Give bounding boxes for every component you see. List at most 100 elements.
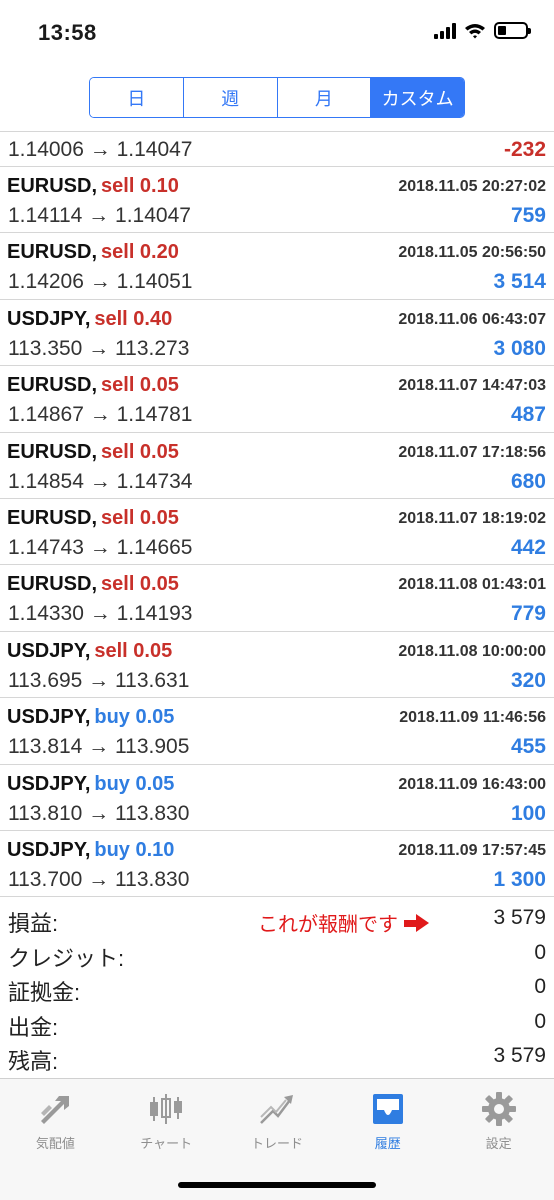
trade-symbol: EURUSD, bbox=[7, 175, 98, 197]
summary-balance-row: 残高: 3 579 bbox=[0, 1040, 554, 1075]
quotes-arrow-icon bbox=[41, 1096, 70, 1124]
status-icons bbox=[434, 22, 531, 39]
tab-quotes[interactable]: 気配値 bbox=[0, 1079, 111, 1200]
home-indicator[interactable] bbox=[178, 1182, 376, 1188]
account-summary: 損益: これが報酬です 3 579 クレジット: 0 証拠金: 0 出金: 0 … bbox=[0, 902, 554, 1075]
wifi-icon bbox=[465, 23, 485, 38]
tab-label: 履歴 bbox=[374, 1136, 401, 1151]
trade-side-volume: sell 0.05 bbox=[101, 573, 179, 596]
summary-withdrawal-row: 出金: 0 bbox=[0, 1006, 554, 1041]
period-segmented-control: 日 週 月 カスタム bbox=[89, 77, 465, 118]
settings-gear-icon bbox=[481, 1092, 516, 1126]
list-item[interactable]: EURUSD, sell 0.05 2018.11.07 14:47:03 1.1… bbox=[0, 366, 554, 433]
handwritten-annotation: これが報酬です bbox=[258, 908, 430, 937]
trade-symbol: EURUSD, bbox=[7, 440, 98, 463]
trade-symbol: USDJPY, bbox=[7, 838, 91, 861]
arrow-right-icon bbox=[404, 913, 430, 932]
trade-profit: -232 bbox=[503, 138, 546, 161]
list-item[interactable]: 1.14006 → 1.14047 -232 bbox=[0, 132, 554, 167]
trade-time: 2018.11.05 20:27:02 bbox=[398, 178, 546, 195]
trade-time: 2018.11.05 20:56:50 bbox=[398, 244, 546, 262]
profit-label: 損益: bbox=[8, 911, 59, 936]
trade-prices: 1.14006 → 1.14047 bbox=[8, 138, 193, 161]
trade-symbol: USDJPY, bbox=[7, 772, 91, 795]
list-item[interactable]: USDJPY, buy 0.05 2018.11.09 16:43:00 113.… bbox=[0, 765, 554, 831]
list-item[interactable]: EURUSD, sell 0.05 2018.11.07 18:19:02 1.1… bbox=[0, 499, 554, 566]
trade-prices: 1.14330 → 1.14193 bbox=[8, 602, 193, 626]
list-item[interactable]: USDJPY, buy 0.05 2018.11.09 11:46:56 113.… bbox=[0, 698, 554, 765]
list-item[interactable]: USDJPY, buy 0.10 2018.11.09 17:57:45 113.… bbox=[0, 831, 554, 898]
trade-prices: 1.14206 → 1.14051 bbox=[8, 270, 193, 294]
trade-profit: 1 300 bbox=[493, 867, 546, 891]
summary-profit-row: 損益: これが報酬です 3 579 bbox=[0, 902, 554, 937]
trade-side-volume: sell 0.05 bbox=[101, 506, 179, 529]
withdrawal-value: 0 bbox=[534, 1009, 546, 1033]
list-item[interactable]: EURUSD, sell 0.05 2018.11.07 17:18:56 1.1… bbox=[0, 433, 554, 499]
battery-icon bbox=[494, 22, 531, 39]
trade-prices: 1.14867 → 1.14781 bbox=[8, 403, 193, 427]
list-item[interactable]: USDJPY, sell 0.40 2018.11.06 06:43:07 113… bbox=[0, 300, 554, 367]
trade-time: 2018.11.08 01:43:01 bbox=[398, 576, 546, 594]
credit-label: クレジット: bbox=[8, 945, 125, 971]
history-inbox-icon bbox=[372, 1094, 403, 1124]
trade-symbol: USDJPY, bbox=[7, 706, 91, 729]
annotation-text: これが報酬です bbox=[258, 912, 398, 936]
trade-prices: 1.14854 → 1.14734 bbox=[8, 469, 193, 493]
trade-symbol: USDJPY, bbox=[7, 307, 91, 330]
trade-history-list: 1.14006 → 1.14047 -232 EURUSD, sell 0.10 … bbox=[0, 132, 554, 898]
status-bar: 13:58 bbox=[0, 0, 554, 64]
trade-side-volume: sell 0.40 bbox=[94, 307, 173, 330]
trade-symbol: EURUSD, bbox=[7, 241, 98, 264]
list-item[interactable]: USDJPY, sell 0.05 2018.11.08 10:00:00 113… bbox=[0, 632, 554, 699]
trade-side-volume: buy 0.05 bbox=[94, 772, 175, 795]
profit-value: 3 579 bbox=[493, 906, 546, 929]
list-item[interactable]: EURUSD, sell 0.05 2018.11.08 01:43:01 1.1… bbox=[0, 565, 554, 632]
trade-prices: 1.14743 → 1.14665 bbox=[8, 535, 193, 559]
trade-side-volume: sell 0.05 bbox=[101, 374, 179, 397]
candlestick-chart-icon bbox=[150, 1094, 183, 1124]
tab-settings[interactable]: 設定 bbox=[443, 1079, 554, 1200]
trade-profit: 100 bbox=[510, 801, 546, 825]
balance-value: 3 579 bbox=[493, 1044, 546, 1068]
trade-symbol: EURUSD, bbox=[7, 573, 98, 596]
balance-label: 残高: bbox=[8, 1049, 59, 1075]
tab-label: チャート bbox=[140, 1136, 193, 1151]
trade-profit: 759 bbox=[510, 204, 546, 227]
trade-profit: 320 bbox=[510, 668, 546, 692]
tab-week[interactable]: 週 bbox=[183, 78, 278, 117]
tab-month[interactable]: 月 bbox=[277, 78, 372, 117]
trade-time: 2018.11.06 06:43:07 bbox=[398, 310, 546, 328]
credit-value: 0 bbox=[534, 940, 546, 964]
trade-prices: 113.700 → 113.830 bbox=[8, 867, 190, 891]
trade-side-volume: buy 0.05 bbox=[94, 706, 175, 729]
trade-profit: 3 080 bbox=[493, 336, 546, 360]
trade-side-volume: sell 0.05 bbox=[94, 639, 173, 662]
trade-symbol: EURUSD, bbox=[7, 374, 98, 397]
cellular-signal-icon bbox=[434, 22, 456, 39]
trade-time: 2018.11.07 17:18:56 bbox=[398, 443, 546, 461]
trade-symbol: USDJPY, bbox=[7, 639, 91, 662]
tab-label: トレード bbox=[250, 1136, 303, 1151]
deposit-value: 0 bbox=[534, 975, 546, 999]
deposit-label: 証拠金: bbox=[8, 980, 81, 1006]
trade-prices: 113.695 → 113.631 bbox=[8, 668, 190, 692]
trade-trend-icon bbox=[260, 1095, 293, 1124]
trade-side-volume: sell 0.10 bbox=[101, 175, 179, 197]
trade-profit: 3 514 bbox=[493, 270, 546, 294]
tab-label: 気配値 bbox=[35, 1136, 75, 1151]
list-item[interactable]: EURUSD, sell 0.10 2018.11.05 20:27:02 1.1… bbox=[0, 167, 554, 234]
trade-profit: 442 bbox=[510, 535, 546, 559]
trade-time: 2018.11.09 11:46:56 bbox=[399, 709, 546, 727]
withdrawal-label: 出金: bbox=[8, 1014, 59, 1040]
summary-deposit-row: 証拠金: 0 bbox=[0, 971, 554, 1006]
summary-credit-row: クレジット: 0 bbox=[0, 937, 554, 972]
tab-custom[interactable]: カスタム bbox=[371, 78, 464, 117]
trade-profit: 487 bbox=[510, 403, 546, 427]
trade-prices: 1.14114 → 1.14047 bbox=[8, 204, 191, 227]
trade-time: 2018.11.08 10:00:00 bbox=[398, 642, 546, 660]
trade-profit: 455 bbox=[510, 735, 546, 759]
trade-time: 2018.11.07 14:47:03 bbox=[398, 377, 546, 395]
tab-day[interactable]: 日 bbox=[90, 78, 184, 117]
list-item[interactable]: EURUSD, sell 0.20 2018.11.05 20:56:50 1.1… bbox=[0, 233, 554, 300]
trade-symbol: EURUSD, bbox=[7, 506, 98, 529]
